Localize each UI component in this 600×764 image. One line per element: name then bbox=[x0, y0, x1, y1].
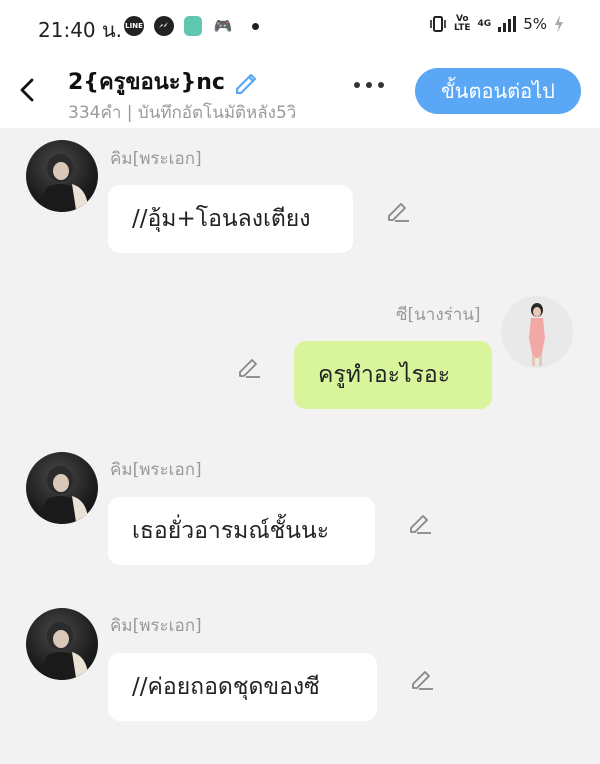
edit-message-icon[interactable] bbox=[407, 510, 433, 536]
network-type: 4G bbox=[477, 18, 492, 29]
avatar-kim[interactable] bbox=[26, 608, 98, 680]
edit-title-icon[interactable] bbox=[231, 67, 261, 97]
next-step-button[interactable]: ขั้นตอนต่อไป bbox=[415, 68, 581, 114]
vibrate-icon bbox=[430, 16, 446, 32]
battery-percent: 5% bbox=[523, 15, 547, 33]
line-icon: LINE bbox=[124, 16, 144, 36]
more-notifications-dot bbox=[252, 22, 259, 30]
chevron-left-icon bbox=[20, 78, 34, 102]
message-bubble[interactable]: ครูทำอะไรอะ bbox=[294, 341, 492, 409]
edit-message-icon[interactable] bbox=[385, 198, 411, 224]
notification-icons: LINE 🎮 bbox=[124, 14, 259, 38]
page-title: 2{ครูขอนะ}nc bbox=[68, 70, 225, 95]
gamepad-icon: 🎮 bbox=[213, 17, 233, 35]
signal-icon bbox=[498, 16, 517, 32]
sender-name: ซี[นางร่าน] bbox=[396, 305, 481, 325]
status-time: 21:40 น. bbox=[38, 18, 123, 42]
message-bubble[interactable]: //อุ้ม+โอนลงเตียง bbox=[108, 185, 353, 253]
avatar-kim[interactable] bbox=[26, 452, 98, 524]
chat-header: 2{ครูขอนะ}nc 334คำ | บันทึกอัตโนมัติหลัง… bbox=[0, 52, 600, 128]
edit-message-icon[interactable] bbox=[236, 354, 262, 380]
page-subtitle: 334คำ | บันทึกอัตโนมัติหลัง5วิ bbox=[68, 103, 297, 123]
system-status: Vo LTE 4G 5% bbox=[429, 15, 564, 33]
sender-name: คิม[พระเอก] bbox=[110, 460, 202, 480]
title-row: 2{ครูขอนะ}nc bbox=[68, 64, 261, 99]
edit-message-icon[interactable] bbox=[409, 666, 435, 692]
status-bar: 21:40 น. LINE 🎮 Vo LTE 4G 5% bbox=[0, 0, 600, 52]
back-button[interactable] bbox=[16, 74, 40, 106]
app-icon bbox=[184, 16, 202, 36]
sender-name: คิม[พระเอก] bbox=[110, 149, 202, 169]
sender-name: คิม[พระเอก] bbox=[110, 616, 202, 636]
avatar-sea[interactable] bbox=[501, 296, 573, 368]
volte-icon: Vo LTE bbox=[454, 15, 471, 33]
message-bubble[interactable]: เธอยั่วอารมณ์ชั้นนะ bbox=[108, 497, 375, 565]
charging-icon bbox=[555, 15, 563, 33]
volte-bottom: LTE bbox=[454, 23, 471, 33]
message-bubble[interactable]: //ค่อยถอดชุดของซี bbox=[108, 653, 377, 721]
avatar-kim[interactable] bbox=[26, 140, 98, 212]
more-options-icon[interactable] bbox=[354, 82, 384, 88]
messenger-icon bbox=[154, 16, 174, 36]
